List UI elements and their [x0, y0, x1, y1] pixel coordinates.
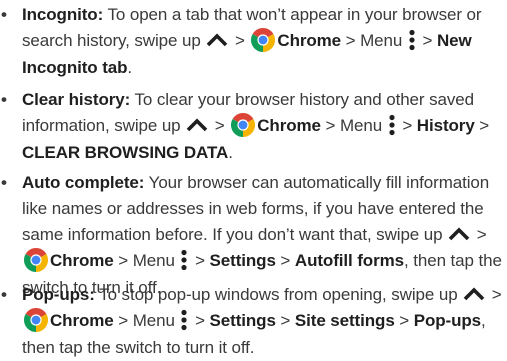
- chrome-label: Chrome: [257, 116, 321, 135]
- tip-text: >: [190, 251, 210, 270]
- vertical-dots-menu-icon: [181, 249, 188, 270]
- chrome-label: Chrome: [277, 31, 342, 50]
- tip-text: >: [275, 311, 295, 330]
- vertical-dots-menu-icon: [409, 29, 415, 50]
- chevron-up-icon: [207, 32, 228, 46]
- tip-text: >: [472, 225, 487, 244]
- tip-bold: Pop-ups: [413, 311, 482, 330]
- tip-text: > Menu: [341, 31, 407, 50]
- tip-text: >: [190, 311, 210, 330]
- bullet: •: [1, 90, 7, 109]
- chrome-logo-icon: [251, 27, 276, 52]
- tip-clear-history: • Clear history: To clear your browser h…: [1, 87, 506, 166]
- tip-bold: Settings: [209, 311, 276, 330]
- tip-incognito: • Incognito: To open a tab that won’t ap…: [1, 2, 506, 81]
- tip-text: >: [275, 251, 295, 270]
- chrome-label: Chrome: [50, 251, 114, 270]
- tip-bold: Settings: [209, 251, 276, 270]
- chevron-up-icon: [186, 117, 208, 131]
- tip-bold: Site settings: [294, 311, 395, 330]
- tip-text: >: [230, 31, 250, 50]
- tip-text: >: [417, 31, 437, 50]
- chrome-logo-icon: [24, 247, 48, 272]
- tip-term: Auto complete:: [22, 173, 145, 192]
- tip-text: >: [210, 116, 230, 135]
- tip-text: >: [397, 116, 417, 135]
- chevron-up-icon: [463, 286, 485, 300]
- vertical-dots-menu-icon: [181, 309, 188, 330]
- chrome-logo-icon: [231, 112, 256, 137]
- tip-text: >: [487, 285, 502, 304]
- tip-text: >: [474, 116, 490, 135]
- tip-text: >: [394, 311, 414, 330]
- bullet: •: [1, 173, 7, 192]
- tip-pop-ups: • Pop-ups: To stop pop-up windows from o…: [1, 282, 506, 361]
- chrome-logo-icon: [24, 307, 48, 332]
- tip-term: Incognito:: [22, 5, 104, 24]
- tip-term: Pop-ups:: [22, 285, 95, 304]
- tip-text: > Menu: [113, 251, 180, 270]
- tip-text: To stop pop-up windows from opening, swi…: [94, 285, 463, 304]
- tip-text: > Menu: [320, 116, 387, 135]
- chevron-up-icon: [448, 226, 470, 240]
- tip-term: Clear history:: [22, 90, 131, 109]
- chrome-label: Chrome: [50, 311, 114, 330]
- vertical-dots-menu-icon: [389, 114, 395, 135]
- bullet: •: [1, 5, 7, 24]
- bullet: •: [1, 285, 7, 304]
- tip-auto-complete: • Auto complete: Your browser can automa…: [1, 170, 506, 301]
- tip-text: .: [228, 142, 233, 162]
- tip-bold: CLEAR BROWSING DATA: [22, 142, 229, 162]
- tip-bold: Autofill forms: [294, 251, 404, 270]
- tip-text: .: [127, 57, 133, 77]
- tip-text: > Menu: [113, 311, 180, 330]
- tip-bold: History: [416, 116, 475, 135]
